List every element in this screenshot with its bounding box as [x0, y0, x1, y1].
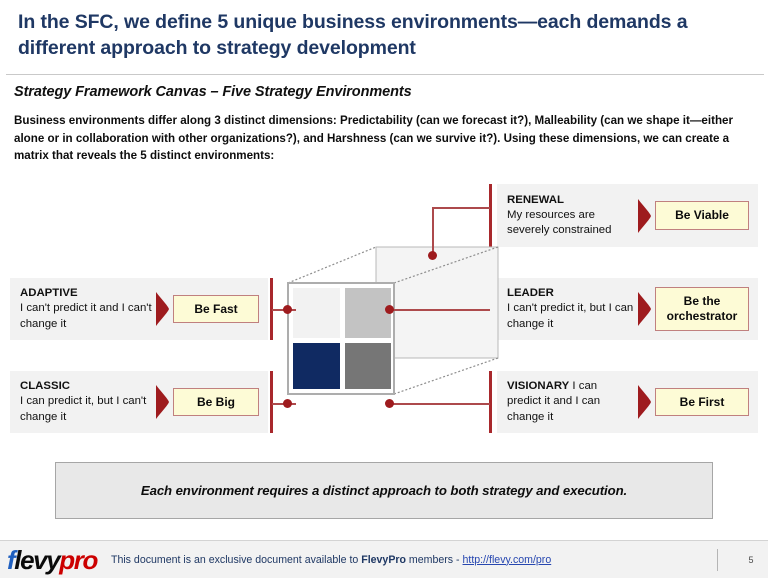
environment-card-visionary: VISIONARY I can predict it and I can cha…	[497, 371, 758, 433]
environment-desc-renewal: My resources are severely constrained	[507, 208, 612, 237]
arrow-right-icon	[155, 382, 170, 422]
footer-note-middle: members -	[405, 553, 463, 566]
environment-name-adaptive: ADAPTIVE	[20, 287, 78, 300]
environment-name-visionary: VISIONARY	[507, 380, 570, 393]
section-subtitle: Strategy Framework Canvas – Five Strateg…	[14, 84, 412, 100]
environment-card-adaptive: ADAPTIVE I can't predict it and I can't …	[10, 278, 268, 340]
strategy-cube-diagram	[270, 232, 500, 412]
environment-text-renewal: RENEWAL My resources are severely constr…	[497, 193, 636, 238]
arrow-right-icon	[155, 289, 170, 329]
node-dot-classic	[283, 399, 292, 408]
slide-canvas: In the SFC, we define 5 unique business …	[0, 0, 768, 578]
connector-leader	[389, 309, 490, 311]
environment-desc-classic: I can predict it, but I can't change it	[20, 395, 147, 423]
footer-link[interactable]: http://flevy.com/pro	[463, 554, 552, 566]
connector-visionary	[389, 403, 490, 405]
environment-card-classic: CLASSIC I can predict it, but I can't ch…	[10, 371, 268, 433]
flevypro-logo: flevypro	[7, 544, 98, 575]
logo-part-pro: pro	[59, 544, 98, 575]
environment-name-renewal: RENEWAL	[507, 193, 564, 206]
environment-desc-leader: I can't predict it, but I can change it	[507, 302, 634, 330]
action-chip-leader[interactable]: Be the orchestrator	[655, 287, 749, 331]
footer-note-prefix: This document is an exclusive document a…	[110, 553, 362, 566]
lead-paragraph: Business environments differ along 3 dis…	[14, 114, 733, 163]
node-dot-leader	[385, 305, 394, 314]
environment-card-renewal: RENEWAL My resources are severely constr…	[497, 184, 758, 247]
environment-text-classic: CLASSIC I can predict it, but I can't ch…	[10, 379, 154, 424]
logo-part-levy: levy	[14, 544, 60, 575]
title-divider	[6, 74, 764, 75]
footer-note-brand: FlevyPro	[361, 553, 406, 566]
page-number: 5	[748, 554, 754, 565]
environment-name-leader: LEADER	[507, 287, 554, 300]
node-dot-visionary	[385, 399, 394, 408]
environment-card-leader: LEADER I can't predict it, but I can cha…	[497, 278, 758, 340]
connector-renewal-horizontal	[432, 207, 490, 209]
footer-bar: flevypro This document is an exclusive d…	[0, 540, 768, 578]
environment-text-visionary: VISIONARY I can predict it and I can cha…	[497, 379, 636, 424]
environment-desc-adaptive: I can't predict it and I can't change it	[20, 302, 152, 330]
takeaway-text: Each environment requires a distinct app…	[140, 483, 628, 498]
node-dot-adaptive	[283, 305, 292, 314]
action-chip-renewal[interactable]: Be Viable	[655, 201, 749, 230]
environment-text-adaptive: ADAPTIVE I can't predict it and I can't …	[10, 286, 154, 331]
arrow-right-icon	[637, 196, 652, 236]
arrow-right-icon	[637, 289, 652, 329]
action-chip-visionary[interactable]: Be First	[655, 387, 749, 417]
connector-renewal-vertical	[432, 207, 434, 256]
environment-text-leader: LEADER I can't predict it, but I can cha…	[497, 286, 636, 331]
action-chip-adaptive[interactable]: Be Fast	[173, 294, 259, 324]
node-dot-renewal	[428, 251, 437, 260]
environment-name-classic: CLASSIC	[20, 380, 70, 393]
footer-note: This document is an exclusive document a…	[111, 554, 717, 566]
footer-divider	[717, 548, 718, 571]
page-title: In the SFC, we define 5 unique business …	[18, 11, 688, 59]
takeaway-box: Each environment requires a distinct app…	[55, 462, 713, 519]
action-chip-classic[interactable]: Be Big	[173, 387, 259, 417]
arrow-right-icon	[637, 382, 652, 422]
